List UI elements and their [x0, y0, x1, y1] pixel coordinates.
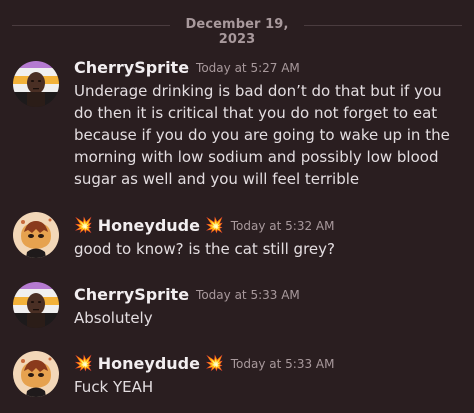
- collision-emoji-icon: 💥: [205, 354, 224, 372]
- collision-emoji-icon: 💥: [74, 216, 93, 234]
- avatar[interactable]: [13, 61, 59, 107]
- chat-log: December 19, 2023 CherrySprite Today at 5…: [0, 0, 474, 413]
- collision-emoji-icon: 💥: [74, 354, 93, 372]
- avatar-image: [13, 351, 59, 397]
- username[interactable]: CherrySprite: [74, 58, 189, 77]
- message-timestamp[interactable]: Today at 5:32 AM: [231, 219, 335, 233]
- collision-emoji-icon: 💥: [205, 216, 224, 234]
- username[interactable]: CherrySprite: [74, 285, 189, 304]
- divider-line-right: [304, 25, 462, 26]
- message-text: good to know? is the cat still grey?: [74, 240, 335, 258]
- message-timestamp[interactable]: Today at 5:33 AM: [196, 288, 300, 302]
- avatar-image: [13, 282, 59, 328]
- avatar[interactable]: [13, 282, 59, 328]
- message-header: 💥 Honeydude 💥 Today at 5:32 AM: [74, 216, 464, 238]
- message-content: CherrySprite Today at 5:33 AM Absolutely: [74, 285, 464, 329]
- message-text: Absolutely: [74, 309, 153, 327]
- message-header: CherrySprite Today at 5:27 AM: [74, 58, 464, 80]
- username[interactable]: Honeydude: [98, 216, 200, 235]
- message-timestamp[interactable]: Today at 5:27 AM: [196, 61, 300, 75]
- avatar[interactable]: [13, 351, 59, 397]
- username[interactable]: Honeydude: [98, 354, 200, 373]
- message-content: 💥 Honeydude 💥 Today at 5:33 AM Fuck YEAH: [74, 354, 464, 398]
- avatar[interactable]: [13, 212, 59, 258]
- avatar-image: [13, 61, 59, 107]
- message-text: Underage drinking is bad don’t do that b…: [74, 82, 450, 188]
- date-divider-label: December 19, 2023: [185, 17, 289, 47]
- message-header: CherrySprite Today at 5:33 AM: [74, 285, 464, 307]
- date-divider: December 19, 2023: [0, 14, 474, 47]
- avatar-image: [13, 212, 59, 258]
- message-content: CherrySprite Today at 5:27 AM Underage dr…: [74, 58, 464, 190]
- divider-line-left: [12, 25, 170, 26]
- message-content: 💥 Honeydude 💥 Today at 5:32 AM good to kn…: [74, 216, 464, 260]
- message-header: 💥 Honeydude 💥 Today at 5:33 AM: [74, 354, 464, 376]
- message-timestamp[interactable]: Today at 5:33 AM: [231, 357, 335, 371]
- message-text: Fuck YEAH: [74, 378, 154, 396]
